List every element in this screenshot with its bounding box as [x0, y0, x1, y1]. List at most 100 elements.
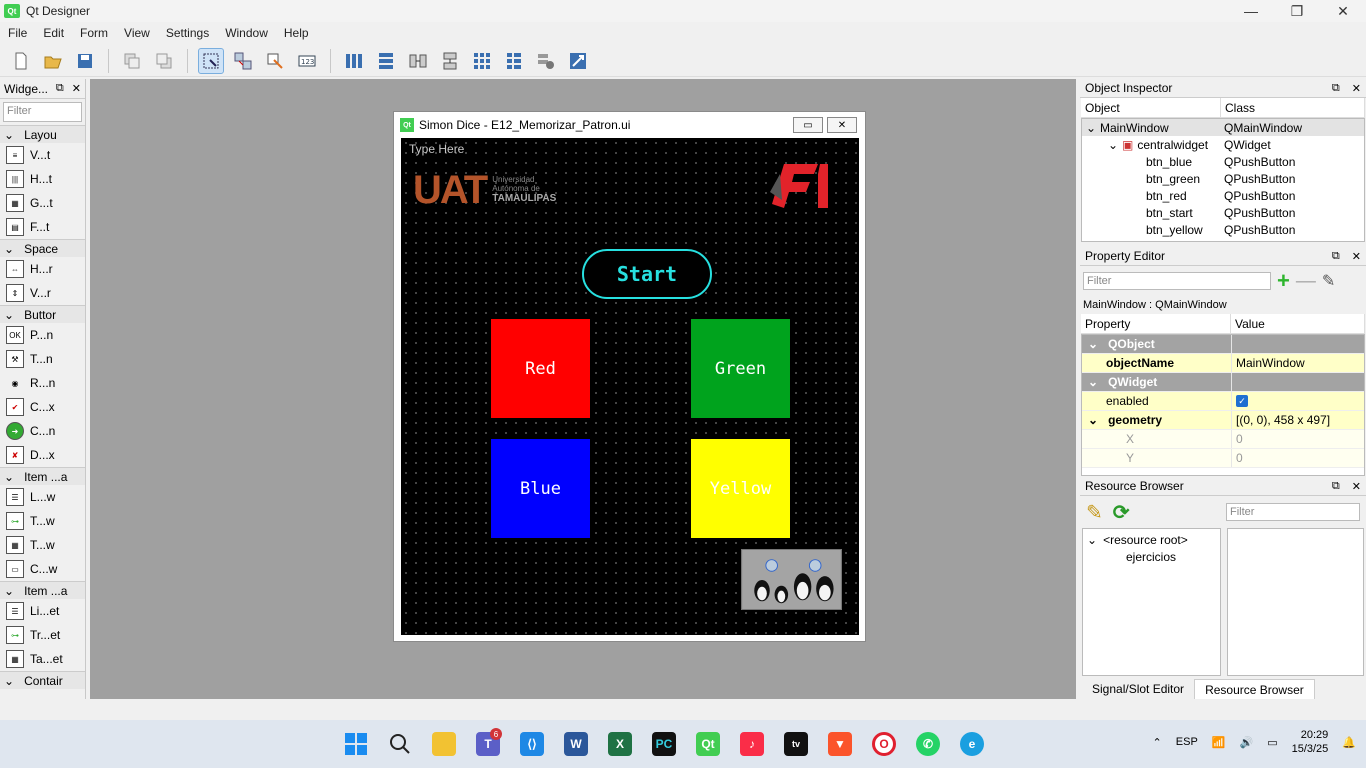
edit-signals-icon[interactable] [230, 48, 256, 74]
menu-file[interactable]: File [0, 26, 35, 40]
widget-item[interactable]: ≡ V...t [0, 143, 85, 167]
widget-item[interactable]: ☰ Li...et [0, 599, 85, 623]
category-buttons[interactable]: ⌄ Buttor [0, 305, 85, 323]
resource-child-item[interactable]: ejercicios [1087, 550, 1216, 564]
menu-window[interactable]: Window [217, 26, 276, 40]
send-backward-icon[interactable] [119, 48, 145, 74]
form-close-button[interactable]: ✕ [827, 117, 857, 133]
close-icon[interactable]: ✕ [1352, 480, 1361, 493]
form-minimize-button[interactable]: ▭ [793, 117, 823, 133]
btn-red[interactable]: Red [491, 319, 590, 418]
new-file-icon[interactable] [8, 48, 34, 74]
property-group-row[interactable]: ⌄ QObject [1082, 335, 1364, 354]
property-group-row[interactable]: ⌄ QWidget [1082, 373, 1364, 392]
music-icon[interactable]: ♪ [736, 726, 768, 762]
widget-item[interactable]: ✔ C...x [0, 395, 85, 419]
bring-forward-icon[interactable] [151, 48, 177, 74]
layout-splitter-h-icon[interactable] [405, 48, 431, 74]
menu-form[interactable]: Form [72, 26, 116, 40]
notifications-icon[interactable]: 🔔 [1342, 736, 1356, 749]
tree-row[interactable]: btn_start QPushButton [1082, 204, 1364, 221]
resource-list[interactable] [1227, 528, 1364, 676]
start-icon[interactable] [340, 726, 372, 762]
property-table[interactable]: ⌄ QObject objectName MainWindow ⌄ QWidget e… [1081, 334, 1365, 476]
break-layout-icon[interactable] [533, 48, 559, 74]
tree-row[interactable]: btn_green QPushButton [1082, 170, 1364, 187]
widget-item[interactable]: ▭ C...w [0, 557, 85, 581]
minimize-button[interactable]: — [1228, 0, 1274, 22]
category-containers[interactable]: ⌄ Contair [0, 671, 85, 689]
category-layouts[interactable]: ⌄ Layou [0, 125, 85, 143]
close-icon[interactable]: ✕ [1352, 250, 1361, 263]
column-property[interactable]: Property [1081, 314, 1231, 333]
btn-yellow[interactable]: Yellow [691, 439, 790, 538]
close-icon[interactable]: ✕ [1352, 82, 1361, 95]
widget-item[interactable]: ⊶ Tr...et [0, 623, 85, 647]
column-object[interactable]: Object [1081, 98, 1221, 117]
reload-icon[interactable]: ⟳ [1113, 500, 1130, 525]
language-indicator[interactable]: ESP [1176, 736, 1198, 748]
widget-item[interactable]: OK P...n [0, 323, 85, 347]
float-icon[interactable]: ⧉ [1332, 82, 1340, 95]
widget-item[interactable]: ▦ T...w [0, 533, 85, 557]
volume-icon[interactable]: 🔊 [1239, 736, 1253, 749]
opera-icon[interactable]: O [868, 726, 900, 762]
category-spacers[interactable]: ⌄ Space [0, 239, 85, 257]
open-folder-icon[interactable] [40, 48, 66, 74]
edit-buddies-icon[interactable] [262, 48, 288, 74]
add-property-icon[interactable]: + [1277, 270, 1290, 292]
column-value[interactable]: Value [1231, 314, 1365, 333]
float-icon[interactable]: ⧉ [1332, 480, 1340, 493]
layout-splitter-v-icon[interactable] [437, 48, 463, 74]
whatsapp-icon[interactable]: ✆ [912, 726, 944, 762]
property-row[interactable]: ⌄ geometry [(0, 0), 458 x 497] [1082, 411, 1364, 430]
tree-row[interactable]: btn_blue QPushButton [1082, 153, 1364, 170]
vscode-icon[interactable]: ⟨⟩ [516, 726, 548, 762]
tree-row[interactable]: ⌄ ▣ centralwidget QWidget [1082, 136, 1364, 153]
widget-item[interactable]: ☰ L...w [0, 485, 85, 509]
type-here-menu[interactable]: Type Here [409, 142, 464, 156]
widget-item[interactable]: ⇕ V...r [0, 281, 85, 305]
property-filter-input[interactable]: Filter [1083, 272, 1271, 290]
pycharm-icon[interactable]: PC [648, 726, 680, 762]
layout-horizontal-icon[interactable] [341, 48, 367, 74]
enabled-checkbox[interactable]: ✓ [1236, 395, 1248, 407]
resource-filter-input[interactable]: Filter [1226, 503, 1360, 521]
excel-icon[interactable]: X [604, 726, 636, 762]
maximize-button[interactable]: ❐ [1274, 0, 1320, 22]
configure-icon[interactable]: ✎ [1322, 271, 1335, 291]
teams-icon[interactable]: T6 [472, 726, 504, 762]
widget-item[interactable]: ➜ C...n [0, 419, 85, 443]
clock[interactable]: 20:29 15/3/25 [1292, 728, 1329, 757]
chevron-up-icon[interactable]: ⌃ [1153, 736, 1162, 749]
btn-start[interactable]: Start [582, 249, 712, 299]
float-icon[interactable]: ⧉ [1332, 250, 1340, 263]
word-icon[interactable]: W [560, 726, 592, 762]
layout-form-icon[interactable] [501, 48, 527, 74]
widget-item[interactable]: ⚒ T...n [0, 347, 85, 371]
close-icon[interactable]: ✕ [72, 82, 81, 95]
resource-root-item[interactable]: ⌄ <resource root> [1087, 533, 1216, 547]
tree-row[interactable]: ⌄ MainWindow QMainWindow [1082, 119, 1364, 136]
wifi-icon[interactable]: 📶 [1212, 736, 1226, 749]
property-row[interactable]: Y0 [1082, 449, 1364, 468]
central-widget[interactable]: Type Here UAT Universidad Autónoma de TA… [401, 138, 859, 635]
btn-green[interactable]: Green [691, 319, 790, 418]
widget-item[interactable]: ▦ Ta...et [0, 647, 85, 671]
file-explorer-icon[interactable] [428, 726, 460, 762]
category-item-widgets[interactable]: ⌄ Item ...a [0, 581, 85, 599]
resource-tree[interactable]: ⌄ <resource root> ejercicios [1082, 528, 1222, 676]
widget-item[interactable]: ⊶ T...w [0, 509, 85, 533]
widget-item[interactable]: ✘ D...x [0, 443, 85, 467]
object-tree[interactable]: ⌄ MainWindow QMainWindow ⌄ ▣ centralwidget QW… [1081, 118, 1365, 242]
tree-row[interactable]: btn_yellow QPushButton [1082, 221, 1364, 238]
close-button[interactable]: ✕ [1320, 0, 1366, 22]
apple-tv-icon[interactable]: tv [780, 726, 812, 762]
widget-item[interactable]: ⇔ H...r [0, 257, 85, 281]
edit-widgets-icon[interactable] [198, 47, 224, 74]
tree-row[interactable]: btn_red QPushButton [1082, 187, 1364, 204]
widget-item[interactable]: ▦ G...t [0, 191, 85, 215]
save-icon[interactable] [72, 48, 98, 74]
float-icon[interactable]: ⧉ [56, 82, 64, 95]
edge-icon[interactable]: e [956, 726, 988, 762]
